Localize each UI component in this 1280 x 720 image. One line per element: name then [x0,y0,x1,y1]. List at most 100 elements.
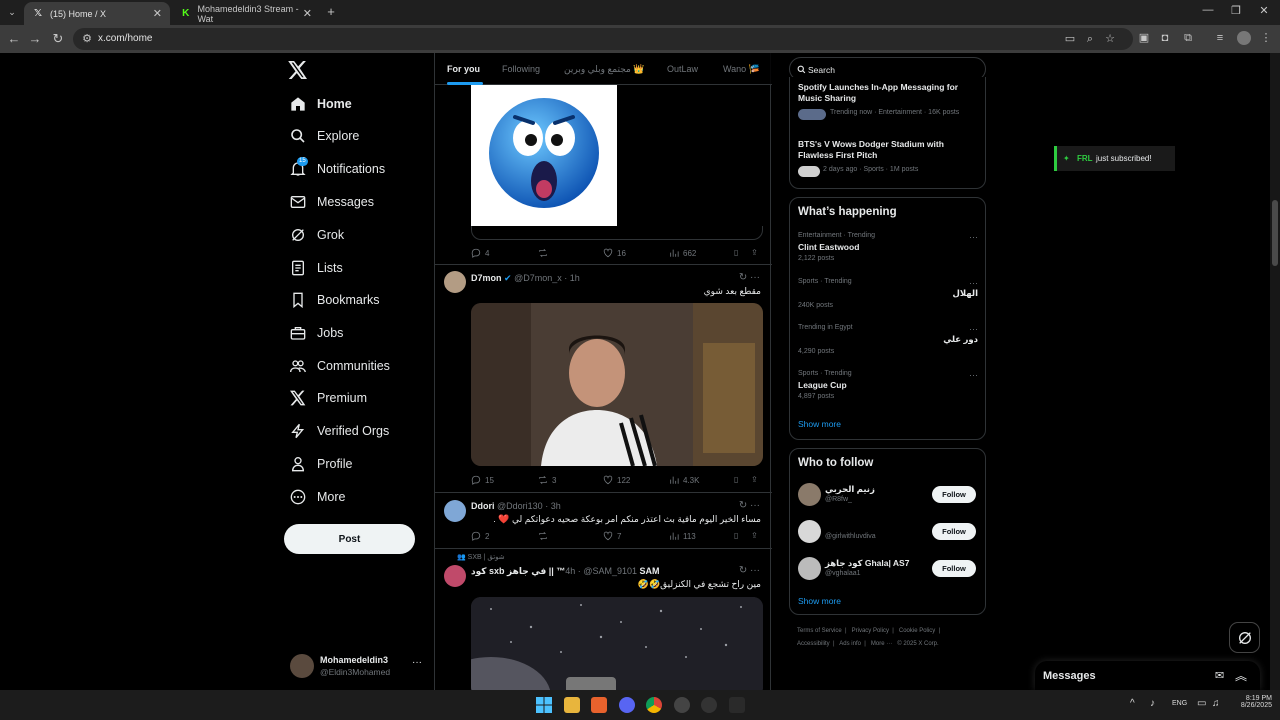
follow-button[interactable]: Follow [932,523,976,540]
maximize-icon[interactable]: ❐ [1222,4,1250,17]
close-window-icon[interactable]: ✕ [1250,4,1278,17]
trend-item[interactable]: Sports · Trending الهلال 240K posts ··· [798,278,978,309]
footer-link-ads[interactable]: Ads info [839,641,861,647]
chrome-icon[interactable] [646,697,662,713]
windows-start-icon[interactable] [536,697,552,713]
trend-item[interactable]: Trending in Egypt دور علي 4,290 posts ··… [798,324,978,355]
share-icon[interactable]: ⇪ [751,531,758,540]
post-author[interactable]: Ddori @Ddori130 · 3h [471,501,561,511]
new-message-icon[interactable]: ✉ [1215,669,1224,682]
avatar[interactable] [444,565,466,587]
views-button[interactable]: 4.3K [669,475,699,485]
tab-for-you[interactable]: For you [447,64,480,74]
sidebar-item-profile[interactable]: Profile [290,449,352,479]
account-switcher[interactable]: Mohamedeldin3 @Eldin3Mohamed ··· [290,650,428,682]
discord-icon[interactable] [619,697,635,713]
post-more-icon[interactable]: ↻ ··· [739,500,760,511]
footer-link-privacy[interactable]: Privacy Policy [852,628,889,634]
new-tab-icon[interactable]: + [323,4,339,20]
footer-link-terms[interactable]: Terms of Service [797,628,842,634]
views-button[interactable]: 113 [669,531,696,541]
tab-wano[interactable]: Wano 🎏 [723,64,760,75]
like-button[interactable]: 122 [603,475,630,485]
reload-icon[interactable]: ↻ [50,31,66,47]
trend-item[interactable]: Sports · Trending League Cup 4,897 posts… [798,370,978,400]
app-icon[interactable] [591,697,607,713]
repost-button[interactable] [538,248,552,258]
sidebar-item-explore[interactable]: Explore [290,121,359,151]
sidebar-item-home[interactable]: Home [290,89,352,119]
tray-chevron-icon[interactable]: ^ [1130,698,1135,709]
microphone-icon[interactable]: ♪ [1150,698,1155,709]
footer-link-more[interactable]: More ··· [871,641,892,647]
show-more-link[interactable]: Show more [798,419,841,429]
footer-link-accessibility[interactable]: Accessibility [797,641,830,647]
browser-tab-stream[interactable]: K Mohamedeldin3 Stream - Wat ✕ [172,2,320,25]
post-video[interactable] [471,303,763,466]
repost-button[interactable]: 3 [538,475,556,485]
trend-item[interactable]: Entertainment · Trending Clint Eastwood … [798,232,978,262]
tab-following[interactable]: Following [502,64,540,74]
clock[interactable]: 8:19 PM 8/26/2025 [1236,695,1272,709]
avatar[interactable] [798,557,821,580]
extensions-puzzle-icon[interactable]: ⧉ [1181,31,1195,45]
post-more-icon[interactable]: ↻ ··· [739,272,760,283]
address-bar[interactable]: ⚙ x.com/home ▭ ⌕ ☆ [73,28,1133,50]
sidebar-item-bookmarks[interactable]: Bookmarks [290,285,380,315]
back-icon[interactable]: ← [6,31,22,47]
messages-drawer[interactable]: Messages ✉ ︽ [1035,661,1260,690]
bookmark-star-icon[interactable]: ☆ [1103,32,1117,46]
bookmark-post-icon[interactable]: ▯ [734,475,738,484]
follow-button[interactable]: Follow [932,560,976,577]
cast-icon[interactable]: ▭ [1063,32,1077,46]
site-info-icon[interactable]: ⚙ [80,32,94,46]
post-image[interactable] [471,597,763,690]
sidebar-item-more[interactable]: More [290,482,345,512]
post-author[interactable]: D7mon ✔ @D7mon_x · 1h [471,273,580,284]
obs-icon[interactable] [701,697,717,713]
bookmark-post-icon[interactable]: ▯ [734,531,738,540]
reply-button[interactable]: 2 [471,531,489,541]
reply-button[interactable]: 15 [471,475,494,485]
forward-icon[interactable]: → [27,31,43,47]
avatar[interactable] [798,520,821,543]
sidebar-item-grok[interactable]: Grok [290,220,344,250]
avatar[interactable] [798,483,821,506]
network-icon[interactable]: ▭ [1197,698,1206,709]
views-button[interactable]: 662 [669,248,696,258]
file-explorer-icon[interactable] [564,697,580,713]
tab-search-chevron-icon[interactable]: ⌄ [4,4,20,20]
close-tab-icon[interactable]: ✕ [303,7,312,20]
avatar[interactable] [444,271,466,293]
x-logo-icon[interactable] [288,61,308,79]
profile-avatar-icon[interactable] [1237,31,1251,45]
sidebar-item-communities[interactable]: Communities [290,351,390,381]
show-more-link[interactable]: Show more [798,596,841,606]
expand-chevron-icon[interactable]: ︽ [1235,667,1247,684]
reply-button[interactable]: 4 [471,248,489,258]
grok-fab-button[interactable] [1229,622,1260,653]
share-icon[interactable]: ⇪ [751,248,758,257]
trend-more-icon[interactable]: ··· [969,278,978,288]
epic-games-icon[interactable] [729,697,745,713]
minimize-icon[interactable]: — [1194,4,1222,16]
scrollbar-thumb[interactable] [1272,200,1278,266]
browser-menu-icon[interactable]: ⋮ [1259,31,1273,45]
close-tab-icon[interactable]: ✕ [153,7,162,20]
sidebar-item-messages[interactable]: Messages [290,187,374,217]
like-button[interactable]: 16 [603,248,626,258]
sidebar-item-lists[interactable]: Lists [290,253,343,283]
extension-shield-icon[interactable]: ◘ [1158,31,1172,45]
news-item[interactable]: BTS's V Wows Dodger Stadium with Flawles… [798,139,978,177]
browser-tab-home[interactable]: 𝕏 (15) Home / X ✕ [24,2,170,25]
page-scrollbar[interactable] [1270,53,1280,690]
news-item[interactable]: Spotify Launches In-App Messaging for Mu… [798,82,978,120]
sidebar-item-jobs[interactable]: Jobs [290,318,343,348]
sidebar-item-premium[interactable]: Premium [290,383,367,413]
app-icon[interactable] [674,697,690,713]
post-more-icon[interactable]: ↻ ··· [739,565,760,576]
tab-community[interactable]: مجتمع وبلي وبرين 👑 [564,64,645,75]
volume-icon[interactable]: ♫ [1212,698,1220,709]
sidebar-item-verified-orgs[interactable]: Verified Orgs [290,416,389,446]
sidebar-item-notifications[interactable]: 15 Notifications [290,154,385,184]
